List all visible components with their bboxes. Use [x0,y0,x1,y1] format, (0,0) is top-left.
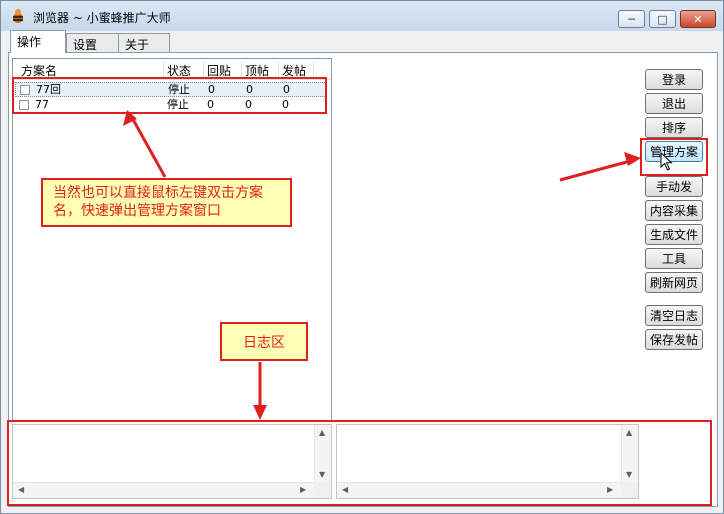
scrollbar-corner [621,482,638,498]
row-reply-count: 0 [208,83,215,96]
log-area-label-note: 日志区 [220,322,308,361]
column-header-reply[interactable]: 回贴 [207,62,231,79]
close-button[interactable]: ✕ [680,10,716,28]
row-top-count: 0 [246,83,253,96]
row-reply-count: 0 [207,98,214,111]
table-row[interactable]: 77 停止 0 0 0 [15,98,327,113]
mouse-cursor-icon [660,152,673,171]
row-status: 停止 [167,98,189,111]
horizontal-scrollbar[interactable]: ◀ ▶ [13,482,314,498]
tab-operate[interactable]: 操作 [10,30,66,53]
generate-file-button[interactable]: 生成文件 [645,224,703,245]
row-checkbox[interactable] [19,100,29,110]
clear-log-button[interactable]: 清空日志 [645,305,703,326]
column-header-scheme-name[interactable]: 方案名 [21,62,57,79]
log-pane-right[interactable]: ▲ ▼ ◀ ▶ [336,424,639,499]
manage-scheme-button[interactable]: 管理方案 [645,141,703,162]
refresh-page-button[interactable]: 刷新网页 [645,272,703,293]
scroll-left-icon[interactable]: ◀ [342,486,348,494]
minimize-button[interactable]: ─ [618,10,645,28]
log-pane-left[interactable]: ▲ ▼ ◀ ▶ [12,424,332,499]
tools-button[interactable]: 工具 [645,248,703,269]
scroll-down-icon[interactable]: ▼ [319,471,325,479]
close-icon: ✕ [693,12,703,26]
list-header: 方案名 状态 回贴 顶帖 发帖 [13,59,331,80]
scroll-left-icon[interactable]: ◀ [18,486,24,494]
row-post-count: 0 [283,83,290,96]
column-header-post[interactable]: 发帖 [282,62,306,79]
row-checkbox[interactable] [20,85,30,95]
column-header-top[interactable]: 顶帖 [245,62,269,79]
row-post-count: 0 [282,98,289,111]
sort-button[interactable]: 排序 [645,117,703,138]
row-top-count: 0 [245,98,252,111]
double-click-tip-note: 当然也可以直接鼠标左键双击方案名，快速弹出管理方案窗口 [41,178,292,227]
column-header-status[interactable]: 状态 [167,62,191,79]
minimize-icon: ─ [628,12,635,26]
maximize-button[interactable]: □ [649,10,676,28]
horizontal-scrollbar[interactable]: ◀ ▶ [337,482,621,498]
scroll-right-icon[interactable]: ▶ [300,486,306,494]
bee-app-icon [13,9,23,23]
tab-about[interactable]: 关于 [118,33,170,52]
scheme-list[interactable]: 方案名 状态 回贴 顶帖 发帖 77回 停止 0 0 0 77 停止 0 0 0 [12,58,332,422]
logout-button[interactable]: 退出 [645,93,703,114]
window-title: 浏览器 ~ 小蜜蜂推广大师 [33,11,171,25]
vertical-scrollbar[interactable]: ▲ ▼ [621,425,638,484]
scroll-right-icon[interactable]: ▶ [607,486,613,494]
tab-settings[interactable]: 设置 [66,33,119,52]
row-scheme-name: 77 [35,98,49,111]
manual-post-button[interactable]: 手动发 [645,176,703,197]
login-button[interactable]: 登录 [645,69,703,90]
row-status: 停止 [168,83,190,96]
scrollbar-corner [314,482,331,498]
table-row[interactable]: 77回 停止 0 0 0 [15,82,327,97]
scroll-up-icon[interactable]: ▲ [626,429,632,437]
save-posts-button[interactable]: 保存发帖 [645,329,703,350]
scroll-up-icon[interactable]: ▲ [319,429,325,437]
content-collect-button[interactable]: 内容采集 [645,200,703,221]
title-bar[interactable]: 浏览器 ~ 小蜜蜂推广大师 ─ □ ✕ [1,1,723,31]
maximize-icon: □ [657,12,668,26]
scroll-down-icon[interactable]: ▼ [626,471,632,479]
vertical-scrollbar[interactable]: ▲ ▼ [314,425,331,484]
row-scheme-name: 77回 [36,83,61,96]
